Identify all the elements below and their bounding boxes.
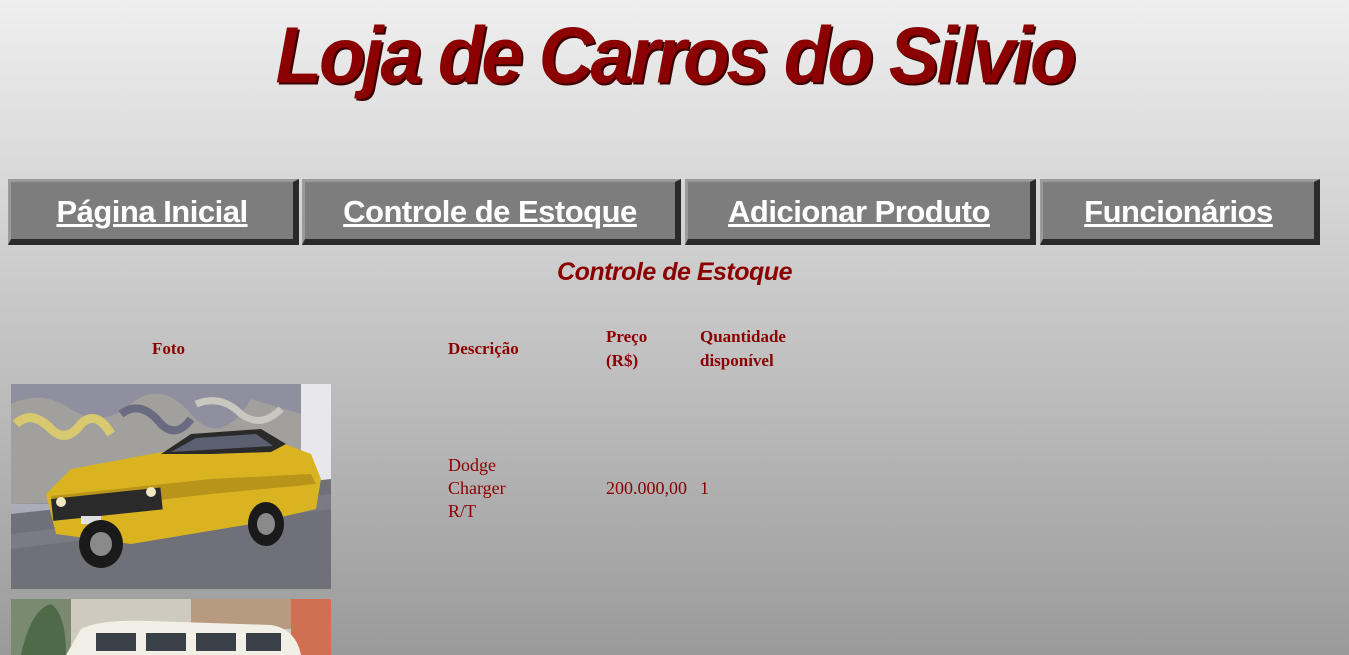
header-description: Descrição xyxy=(448,339,519,358)
header-quantity-line1: Quantidade xyxy=(700,327,786,346)
row-description-line2: Charger xyxy=(448,478,506,498)
header-quantity-line2: disponível xyxy=(700,351,774,370)
car-photo-van xyxy=(11,599,331,655)
site-title: Loja de Carros do Silvio xyxy=(275,10,1077,101)
row-price: 200.000,00 xyxy=(606,478,687,498)
car-photo-dodge-charger xyxy=(11,384,331,589)
section-title: Controle de Estoque xyxy=(557,258,792,286)
nav-add-product-button[interactable]: Adicionar Produto xyxy=(685,179,1036,245)
row-description: Dodge Charger R/T xyxy=(448,454,506,523)
header-price-line2: (R$) xyxy=(606,351,639,370)
nav-stock-control-button[interactable]: Controle de Estoque xyxy=(302,179,681,245)
header-price-line1: Preço xyxy=(606,327,648,346)
nav-employees-button[interactable]: Funcionários xyxy=(1040,179,1320,245)
header-quantity: Quantidade disponível xyxy=(700,325,786,373)
row-quantity: 1 xyxy=(700,478,709,498)
header-price: Preço (R$) xyxy=(606,325,647,373)
row-description-line3: R/T xyxy=(448,501,477,521)
row-description-line1: Dodge xyxy=(448,455,496,475)
header-photo: Foto xyxy=(152,339,186,358)
nav-home-button[interactable]: Página Inicial xyxy=(8,179,299,245)
